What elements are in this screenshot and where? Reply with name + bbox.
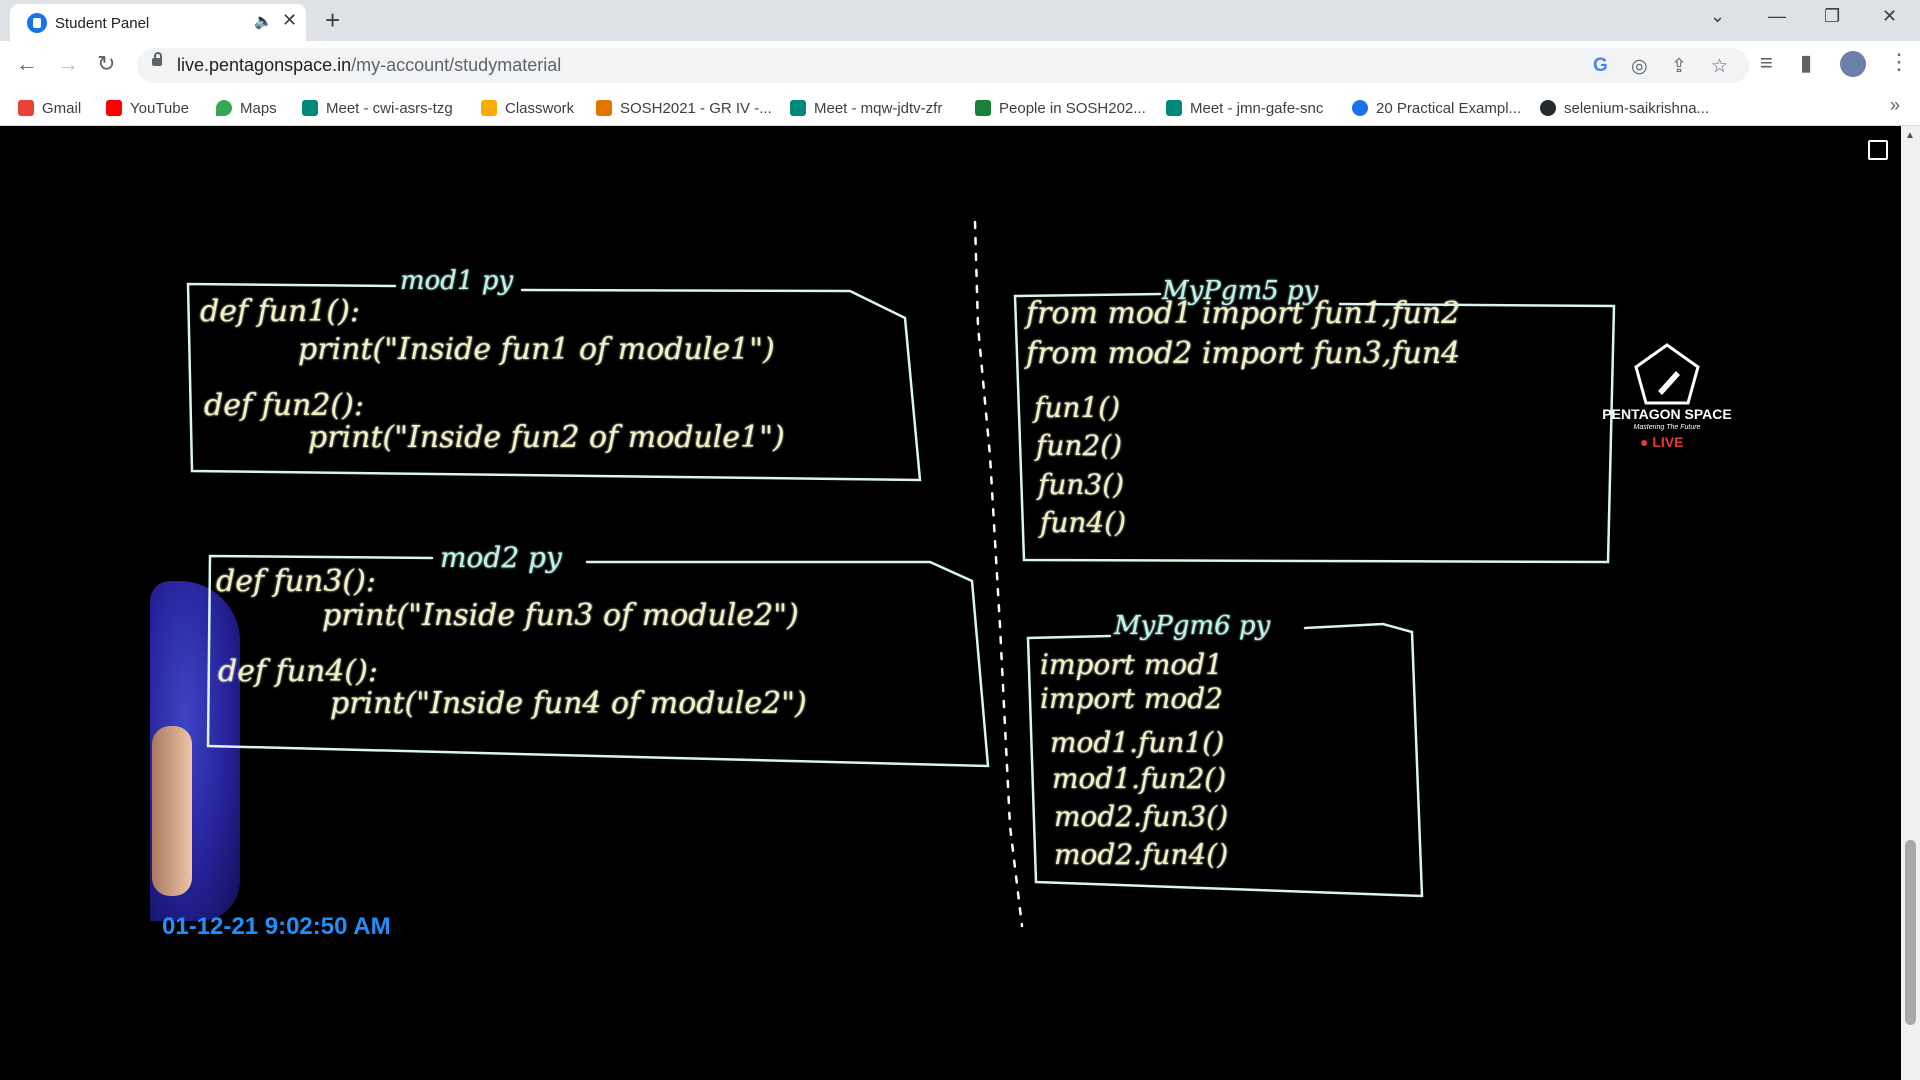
bookmark-label: 20 Practical Exampl... xyxy=(1376,99,1522,117)
pgm5-line-3: fun1() xyxy=(1034,391,1121,424)
new-tab-button[interactable]: + xyxy=(325,5,340,35)
meet-icon xyxy=(302,100,318,116)
pentagon-space-logo: PENTAGON SPACE Mastering The Future ● LI… xyxy=(1592,341,1742,461)
logo-name: PENTAGON SPACE xyxy=(1602,406,1732,422)
bookmark-label: Meet - cwi-asrs-tzg xyxy=(326,99,453,117)
gmail-icon xyxy=(18,100,34,116)
pgm5-line-4: fun2() xyxy=(1036,429,1123,462)
site-favicon-icon xyxy=(27,13,47,33)
url-text[interactable]: live.pentagonspace.in/my-account/studyma… xyxy=(177,55,561,76)
logo-tagline: Mastering The Future xyxy=(1633,424,1701,431)
more-bookmarks-icon[interactable]: » xyxy=(1890,95,1900,116)
share-icon[interactable]: ⇪ xyxy=(1671,55,1687,78)
scroll-up-icon[interactable]: ▲ xyxy=(1905,130,1915,141)
github-icon xyxy=(1540,100,1556,116)
mod1-line-1: def fun1(): xyxy=(200,294,360,329)
classroom-icon xyxy=(596,100,612,116)
meet-icon xyxy=(1166,100,1182,116)
eye-slash-icon[interactable]: ◎ xyxy=(1631,55,1648,78)
bookmark-label: SOSH2021 - GR IV -... xyxy=(620,99,772,117)
side-panel-icon[interactable]: ▮ xyxy=(1800,52,1812,74)
speaker-icon[interactable]: 🔈 xyxy=(254,12,273,30)
mod1-line-2: print("Inside fun1 of module1") xyxy=(298,332,775,367)
forward-icon[interactable]: → xyxy=(57,53,79,75)
profile-avatar[interactable] xyxy=(1840,51,1866,77)
mod2-title: mod2 py xyxy=(440,541,562,574)
pgm5-line-1: from mod1 import fun1,fun2 xyxy=(1026,296,1461,331)
reload-icon[interactable]: ↻ xyxy=(97,53,115,75)
mod2-line-4: print("Inside fun4 of module2") xyxy=(330,686,807,721)
mod2-line-1: def fun3(): xyxy=(216,564,376,599)
tab-student-panel[interactable]: Student Panel 🔈 ✕ xyxy=(10,4,306,41)
bookmark-gmail[interactable]: Gmail xyxy=(18,98,81,118)
classroom-icon xyxy=(975,100,991,116)
bookmark-label: People in SOSH202... xyxy=(999,99,1146,117)
pgm6-line-4: mod1.fun2() xyxy=(1052,762,1227,795)
back-icon[interactable]: ← xyxy=(16,53,38,75)
pgm6-line-3: mod1.fun1() xyxy=(1050,726,1225,759)
mod2-line-3: def fun4(): xyxy=(218,654,378,689)
youtube-icon xyxy=(106,100,122,116)
bookmark-label: Meet - mqw-jdtv-zfr xyxy=(814,99,943,117)
bookmarks-bar: Gmail YouTube Maps Meet - cwi-asrs-tzg C… xyxy=(0,89,1920,126)
fullscreen-icon[interactable] xyxy=(1868,140,1888,160)
minimize-button[interactable]: — xyxy=(1768,6,1786,27)
bookmark-label: Meet - jmn-gafe-snc xyxy=(1190,99,1324,117)
bookmark-youtube[interactable]: YouTube xyxy=(106,98,189,118)
bookmark-label: Gmail xyxy=(42,99,82,117)
media-control-icon[interactable]: ≡ xyxy=(1760,52,1773,74)
bookmark-github[interactable]: selenium-saikrishna... xyxy=(1540,98,1709,118)
live-label: LIVE xyxy=(1652,434,1684,450)
address-bar[interactable]: live.pentagonspace.in/my-account/studyma… xyxy=(137,48,1749,83)
bookmark-star-icon[interactable]: ☆ xyxy=(1711,55,1728,78)
page-scrollbar[interactable]: ▲ xyxy=(1901,126,1920,1080)
bookmark-maps[interactable]: Maps xyxy=(216,98,277,118)
pgm6-line-2: import mod2 xyxy=(1040,682,1223,715)
maps-pin-icon xyxy=(216,100,232,116)
restore-button[interactable]: ❐ xyxy=(1824,6,1840,27)
bookmark-label: selenium-saikrishna... xyxy=(1564,99,1710,117)
menu-icon[interactable]: ⋮ xyxy=(1888,51,1910,73)
pentagon-logo-icon xyxy=(1634,343,1700,405)
bookmark-label: Classwork xyxy=(505,99,575,117)
google-translate-icon[interactable]: G xyxy=(1593,55,1608,77)
bookmark-classwork[interactable]: Classwork xyxy=(481,98,574,118)
bookmark-label: YouTube xyxy=(130,99,189,117)
pgm6-title: MyPgm6 py xyxy=(1114,611,1271,641)
bookmark-sosh[interactable]: SOSH2021 - GR IV -... xyxy=(596,98,772,118)
pgm5-line-5: fun3() xyxy=(1038,468,1125,501)
lock-icon[interactable] xyxy=(152,52,162,66)
video-timestamp: 01-12-21 9:02:50 AM xyxy=(162,913,391,940)
mod1-line-4: print("Inside fun2 of module1") xyxy=(308,420,785,455)
tab-search-icon[interactable]: ⌄ xyxy=(1710,6,1725,27)
tab-title: Student Panel xyxy=(55,15,150,32)
classroom-icon xyxy=(481,100,497,116)
meet-icon xyxy=(790,100,806,116)
pgm5-line-6: fun4() xyxy=(1040,506,1127,539)
mod1-line-3: def fun2(): xyxy=(204,388,364,423)
close-window-button[interactable]: ✕ xyxy=(1882,6,1897,27)
bookmark-meet-2[interactable]: Meet - mqw-jdtv-zfr xyxy=(790,98,942,118)
pgm6-line-1: import mod1 xyxy=(1040,648,1223,681)
bookmark-meet-1[interactable]: Meet - cwi-asrs-tzg xyxy=(302,98,453,118)
pgm6-line-5: mod2.fun3() xyxy=(1054,800,1229,833)
tab-strip: Student Panel 🔈 ✕ + ⌄ — ❐ ✕ xyxy=(0,0,1920,41)
browser-toolbar: ← → ↻ live.pentagonspace.in/my-account/s… xyxy=(0,41,1920,89)
mod1-title: mod1 py xyxy=(400,266,514,296)
bookmark-people[interactable]: People in SOSH202... xyxy=(975,98,1146,118)
bookmark-label: Maps xyxy=(240,99,277,117)
live-badge: ● LIVE xyxy=(1640,434,1684,450)
close-tab-icon[interactable]: ✕ xyxy=(282,10,297,31)
bookmark-meet-3[interactable]: Meet - jmn-gafe-snc xyxy=(1166,98,1323,118)
pgm5-line-2: from mod2 import fun3,fun4 xyxy=(1026,336,1461,371)
pgm6-line-6: mod2.fun4() xyxy=(1054,838,1229,871)
site-icon xyxy=(1352,100,1368,116)
mod2-line-2: print("Inside fun3 of module2") xyxy=(322,598,799,633)
scrollbar-thumb[interactable] xyxy=(1905,840,1916,1025)
video-player[interactable]: mod1 py def fun1(): print("Inside fun1 o… xyxy=(0,126,1901,1080)
bookmark-practical-examples[interactable]: 20 Practical Exampl... xyxy=(1352,98,1521,118)
